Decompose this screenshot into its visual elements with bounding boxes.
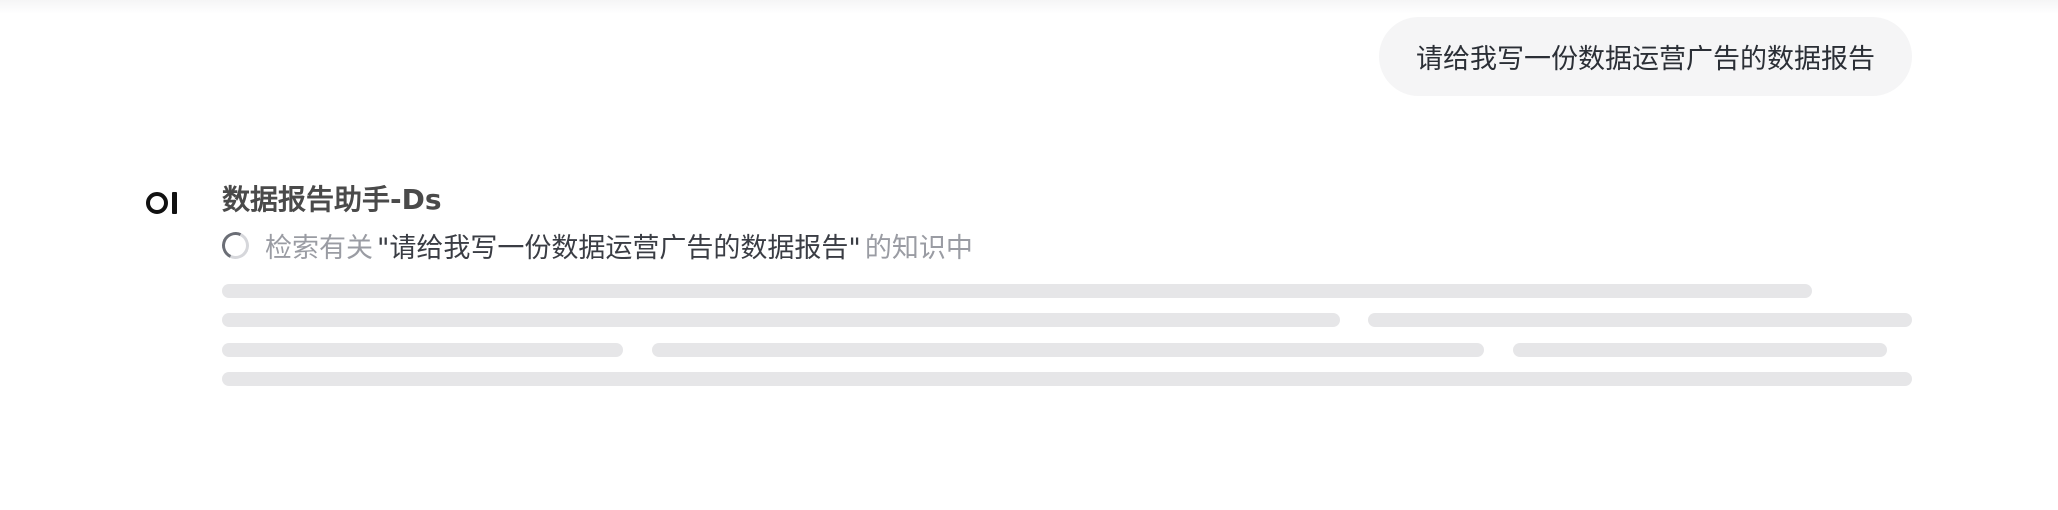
status-suffix: 的知识中 [864, 232, 973, 264]
top-fade [0, 0, 2058, 14]
assistant-name: 数据报告助手-Ds [222, 183, 442, 216]
status-prefix: 检索有关 [265, 232, 373, 264]
chat-page: 请给我写一份数据运营广告的数据报告 数据报告助手-Ds 检索有关 "请给我写一份… [0, 0, 2058, 510]
skeleton-line [222, 372, 1912, 386]
user-message-text: 请给我写一份数据运营广告的数据报告 [1416, 44, 1875, 75]
skeleton-line [222, 313, 1340, 327]
skeleton-line [222, 343, 623, 357]
skeleton-line [1368, 313, 1912, 327]
loading-spinner-icon [218, 227, 253, 263]
status-query: "请给我写一份数据运营广告的数据报告" [377, 232, 861, 264]
retrieval-status: 检索有关 "请给我写一份数据运营广告的数据报告" 的知识中 [218, 226, 973, 264]
user-message-bubble: 请给我写一份数据运营广告的数据报告 [1379, 17, 1912, 96]
skeleton-line [222, 284, 1812, 298]
openai-style-logo-icon [146, 190, 182, 216]
skeleton-line [652, 343, 1484, 357]
skeleton-line [1513, 343, 1887, 357]
logo-bar [172, 192, 177, 214]
logo-ring [146, 192, 168, 214]
